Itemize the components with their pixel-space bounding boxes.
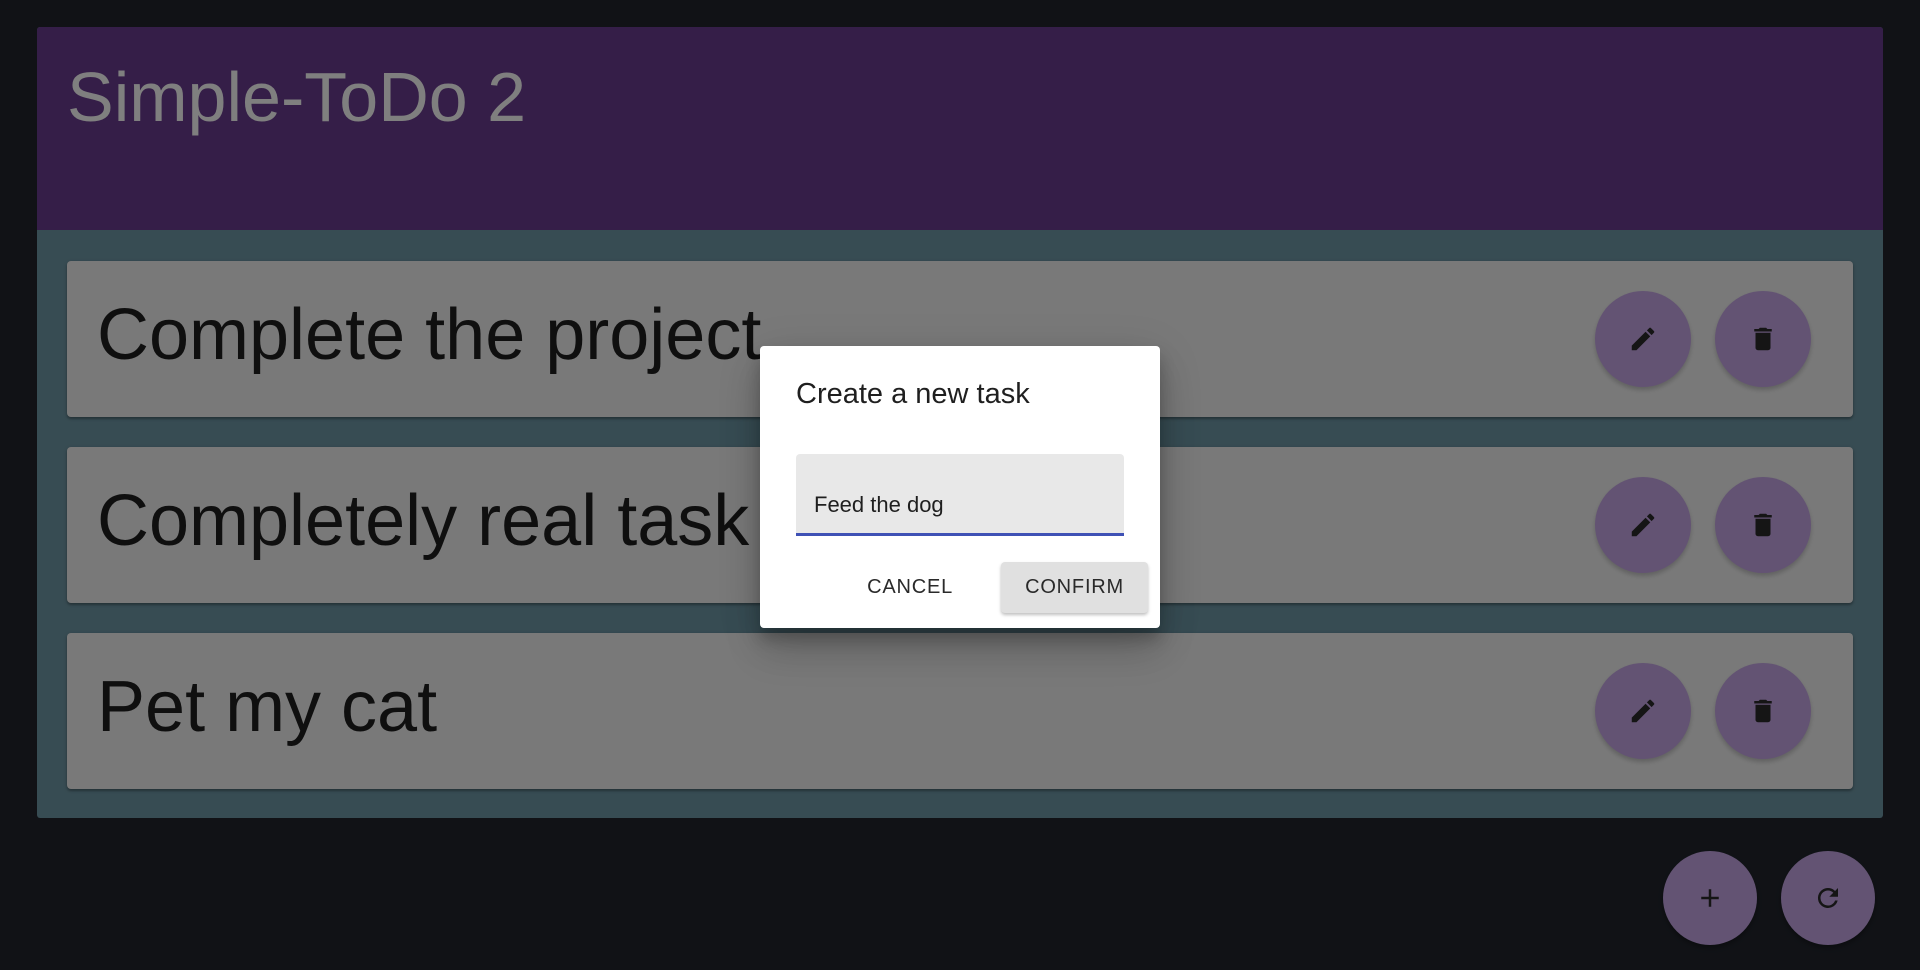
cancel-button[interactable]: CANCEL bbox=[843, 562, 977, 613]
create-task-dialog: Create a new task CANCEL CONFIRM bbox=[760, 346, 1160, 628]
dialog-actions: CANCEL CONFIRM bbox=[843, 562, 1148, 613]
task-text-field[interactable] bbox=[796, 454, 1124, 536]
confirm-button[interactable]: CONFIRM bbox=[1001, 562, 1148, 613]
dialog-title: Create a new task bbox=[796, 378, 1030, 410]
task-name-input[interactable] bbox=[814, 492, 1104, 518]
